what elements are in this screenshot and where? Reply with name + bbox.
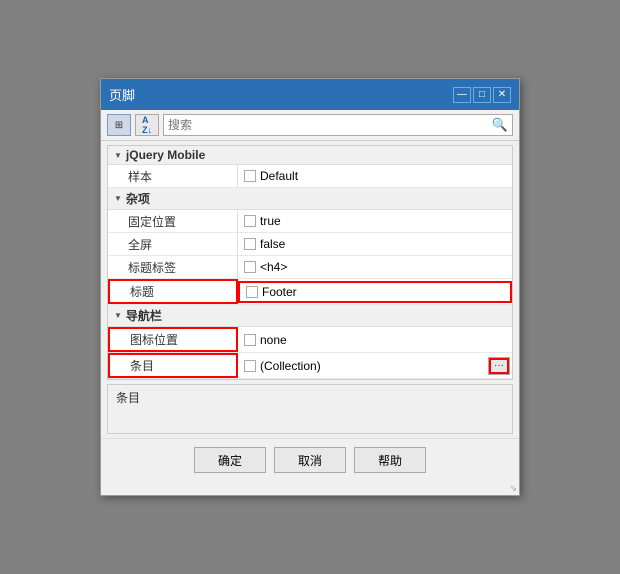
- resize-corner: ⇘: [101, 483, 519, 495]
- checkbox-items[interactable]: [244, 360, 256, 372]
- checkbox-icon-pos[interactable]: [244, 334, 256, 346]
- toolbar: ⊞ AZ↓ 🔍: [101, 110, 519, 141]
- section-header-misc: ▼ 杂项: [108, 188, 512, 210]
- prop-val-title-tag: <h4>: [260, 260, 287, 274]
- prop-value-icon-pos: none: [238, 329, 512, 351]
- prop-row-items: 条目 (Collection) ···: [108, 353, 512, 379]
- prop-row-icon-pos: 图标位置 none: [108, 327, 512, 353]
- checkbox-title-tag[interactable]: [244, 261, 256, 273]
- section-label-misc: 杂项: [126, 190, 150, 207]
- checkbox-title[interactable]: [246, 286, 258, 298]
- prop-val-fullscreen: false: [260, 237, 285, 251]
- prop-value-sample: Default: [238, 165, 512, 187]
- close-button[interactable]: ✕: [493, 87, 511, 103]
- prop-name-items: 条目: [108, 353, 238, 378]
- footer-bar: 确定 取消 帮助: [101, 438, 519, 483]
- prop-value-title-tag: <h4>: [238, 256, 512, 278]
- section-header-nav: ▼ 导航栏: [108, 305, 512, 327]
- bottom-panel: 条目: [107, 384, 513, 434]
- prop-row-sample: 样本 Default: [108, 165, 512, 188]
- section-label-nav: 导航栏: [126, 307, 162, 324]
- section-label-jquery-mobile: jQuery Mobile: [126, 148, 205, 162]
- checkbox-sample[interactable]: [244, 170, 256, 182]
- prop-row-title: 标题 Footer: [108, 279, 512, 305]
- dialog-title: 页脚: [109, 85, 135, 104]
- confirm-button[interactable]: 确定: [194, 447, 266, 473]
- prop-row-title-tag: 标题标签 <h4>: [108, 256, 512, 279]
- prop-val-icon-pos: none: [260, 333, 287, 347]
- prop-value-fullscreen: false: [238, 233, 512, 255]
- search-icon: 🔍: [492, 117, 508, 133]
- prop-name-title: 标题: [108, 279, 238, 304]
- search-input[interactable]: [168, 118, 492, 132]
- checkbox-fullscreen[interactable]: [244, 238, 256, 250]
- view-icon[interactable]: ⊞: [107, 114, 131, 136]
- bottom-panel-label: 条目: [116, 391, 140, 405]
- prop-value-fixed: true: [238, 210, 512, 232]
- prop-name-fullscreen: 全屏: [108, 233, 238, 255]
- title-bar: 页脚 — □ ✕: [101, 79, 519, 110]
- cancel-button[interactable]: 取消: [274, 447, 346, 473]
- maximize-button[interactable]: □: [473, 87, 491, 103]
- prop-name-title-tag: 标题标签: [108, 256, 238, 278]
- properties-area: ▼ jQuery Mobile 样本 Default ▼ 杂项 固定位置 tru…: [107, 145, 513, 380]
- dialog: 页脚 — □ ✕ ⊞ AZ↓ 🔍 ▼ jQuery Mobile 样本 Defa…: [100, 78, 520, 496]
- prop-name-icon-pos: 图标位置: [108, 327, 238, 352]
- prop-val-title: Footer: [262, 285, 297, 299]
- prop-value-items: (Collection) ···: [238, 355, 512, 377]
- section-header-jquery-mobile: ▼ jQuery Mobile: [108, 146, 512, 165]
- search-box: 🔍: [163, 114, 513, 136]
- prop-val-sample: Default: [260, 169, 298, 183]
- prop-val-fixed: true: [260, 214, 281, 228]
- sort-icon[interactable]: AZ↓: [135, 114, 159, 136]
- collapse-icon-misc[interactable]: ▼: [114, 194, 122, 203]
- collapse-icon[interactable]: ▼: [114, 151, 122, 160]
- ellipsis-button[interactable]: ···: [488, 357, 510, 375]
- prop-row-fixed: 固定位置 true: [108, 210, 512, 233]
- prop-row-fullscreen: 全屏 false: [108, 233, 512, 256]
- minimize-button[interactable]: —: [453, 87, 471, 103]
- checkbox-fixed[interactable]: [244, 215, 256, 227]
- title-bar-buttons: — □ ✕: [453, 87, 511, 103]
- prop-name-fixed: 固定位置: [108, 210, 238, 232]
- help-button[interactable]: 帮助: [354, 447, 426, 473]
- prop-name-sample: 样本: [108, 165, 238, 187]
- collapse-icon-nav[interactable]: ▼: [114, 311, 122, 320]
- prop-val-items: (Collection): [260, 359, 321, 373]
- prop-value-title[interactable]: Footer: [238, 281, 512, 303]
